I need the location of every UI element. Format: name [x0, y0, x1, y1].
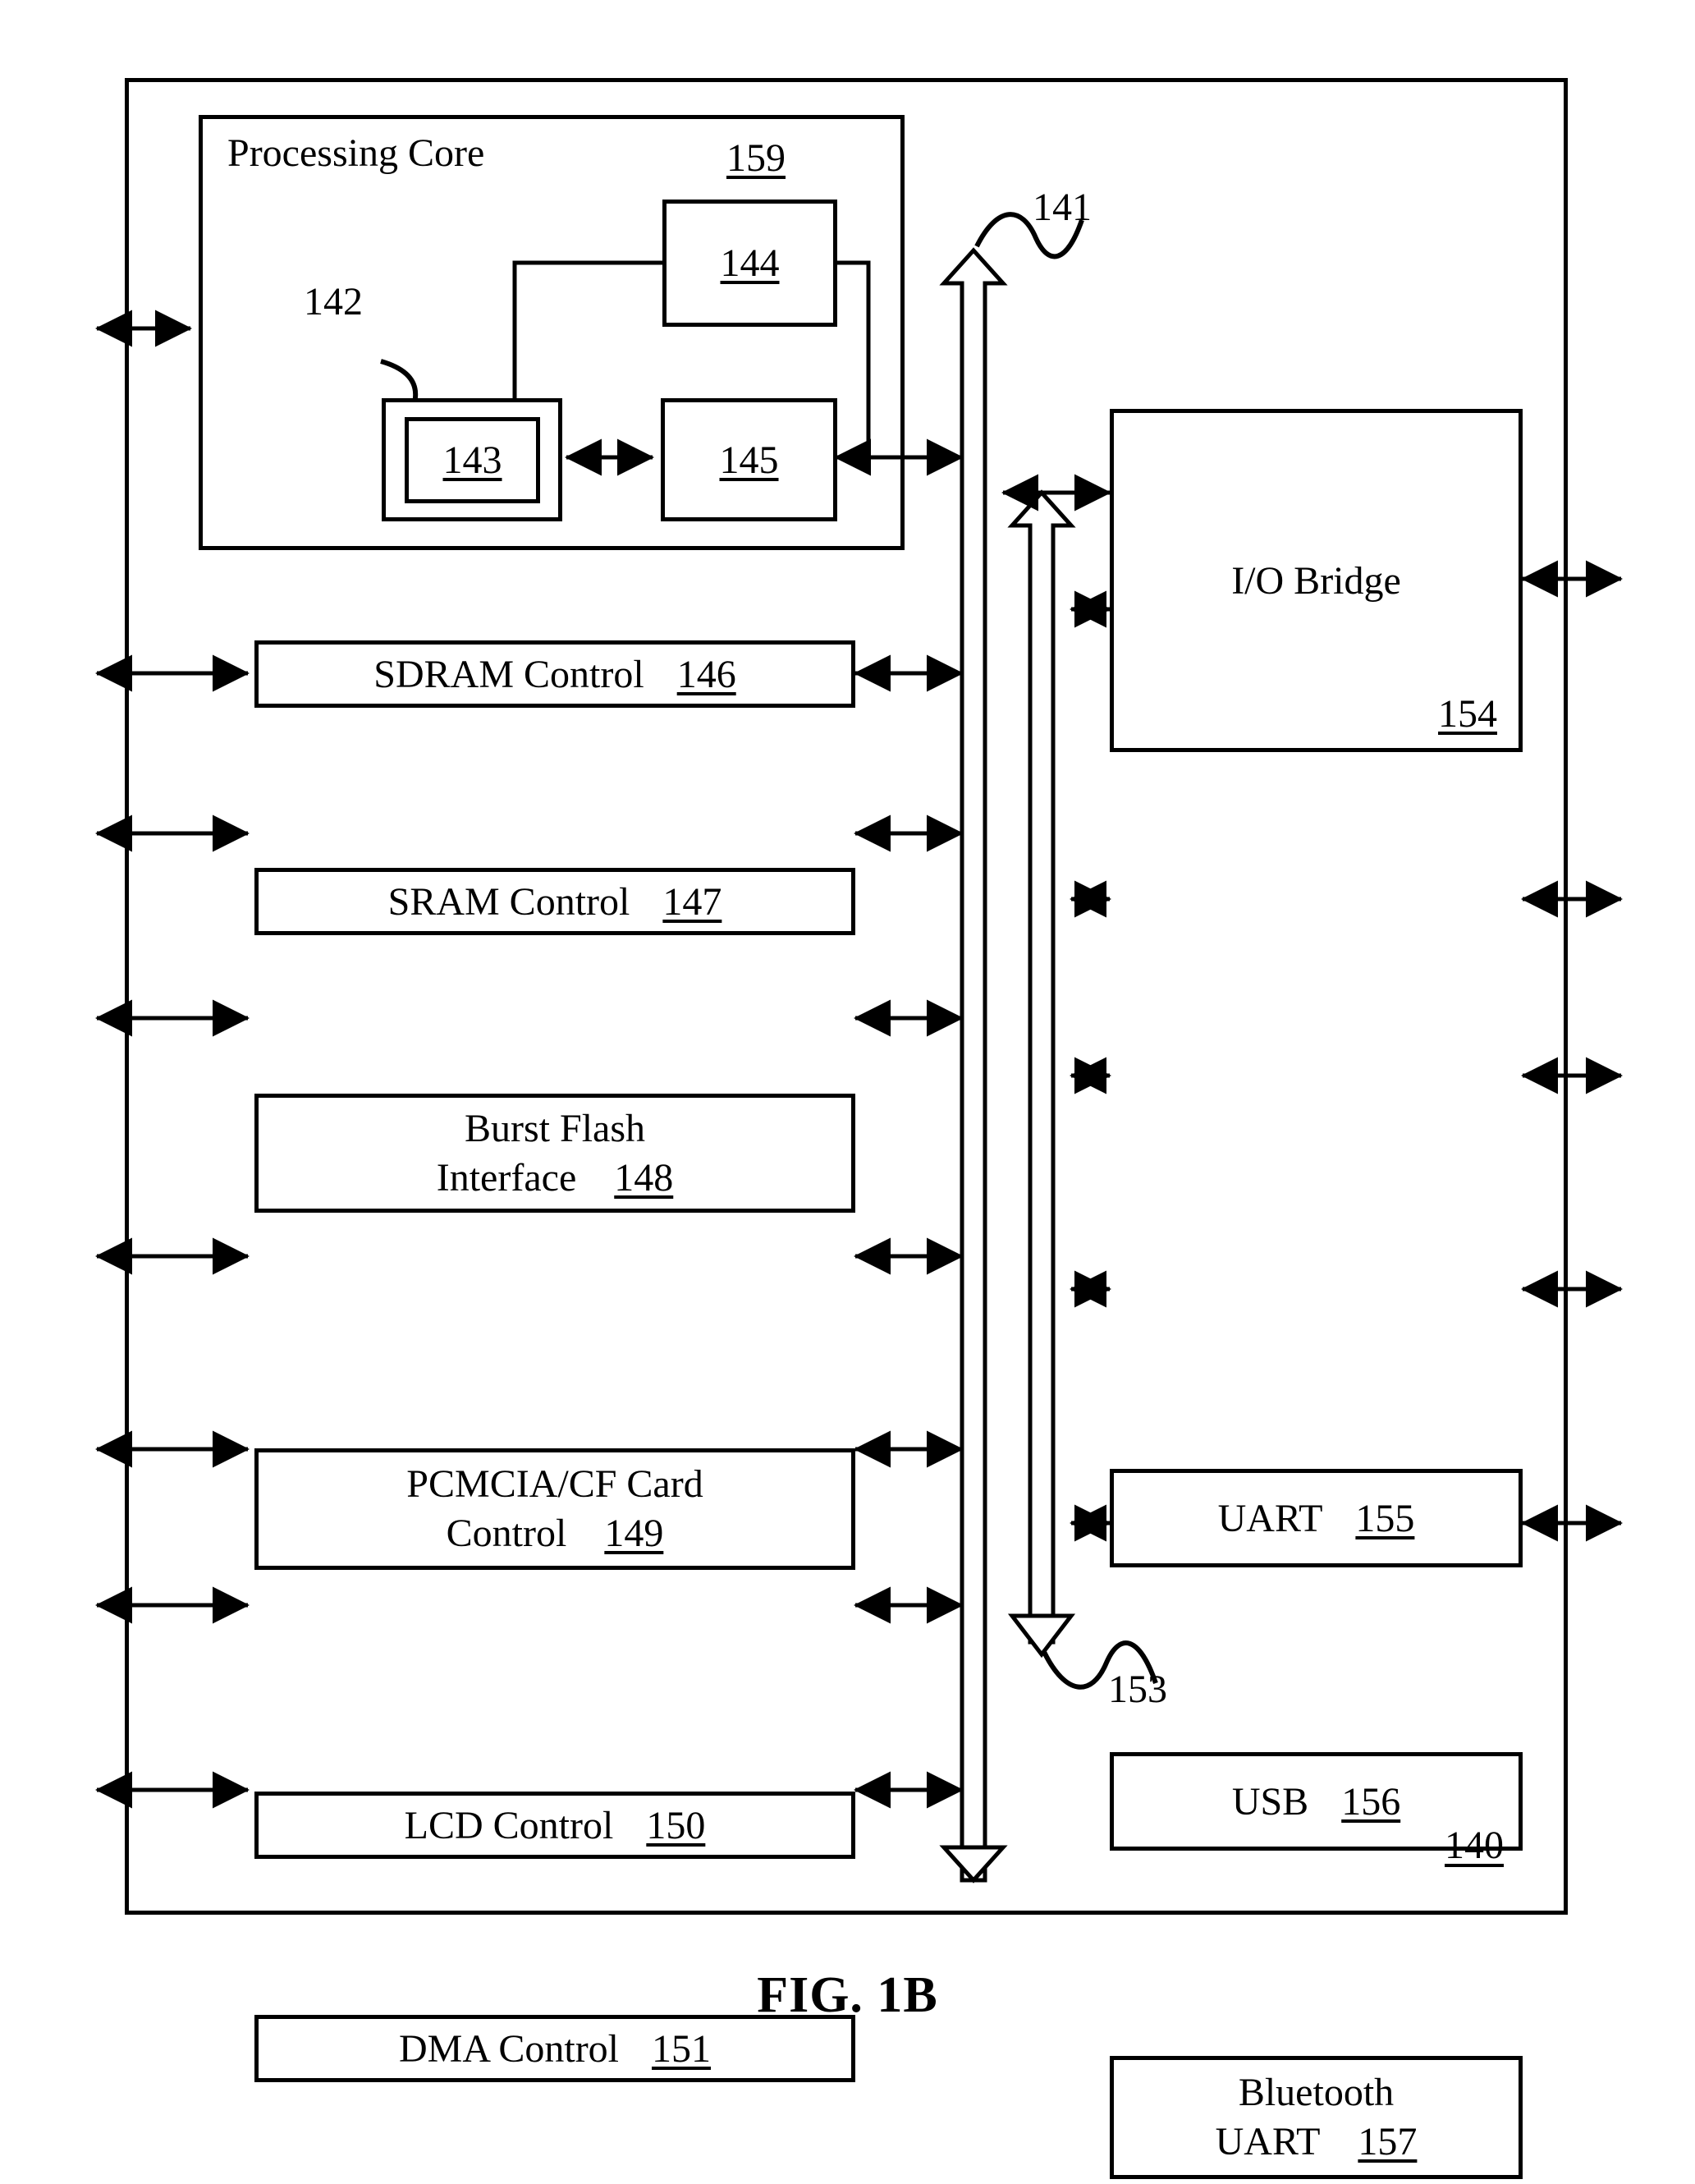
- lcd-control-label: LCD Control: [404, 1803, 614, 1847]
- burst-flash-interface-label-line2: Interface: [436, 1155, 577, 1200]
- sram-control-ref: 147: [662, 879, 722, 924]
- bluetooth-uart-label-line1: Bluetooth: [1238, 2071, 1395, 2114]
- processing-core-ref: 159: [726, 136, 786, 180]
- io-bridge-ref: 154: [1438, 692, 1497, 736]
- bluetooth-uart-ref: 157: [1358, 2120, 1418, 2163]
- pcmcia-cf-card-control-label-line1: PCMCIA/CF Card: [406, 1462, 703, 1506]
- execution-unit-block-ref: 145: [719, 438, 779, 482]
- uart-ref: 155: [1355, 1496, 1415, 1540]
- sram-control-label: SRAM Control: [387, 879, 630, 924]
- usb-label: USB: [1231, 1779, 1309, 1824]
- lcd-control-ref: 150: [646, 1803, 706, 1847]
- burst-flash-interface-ref: 148: [614, 1155, 674, 1200]
- dma-control-ref: 151: [652, 2026, 712, 2071]
- io-bridge-label: I/O Bridge: [1231, 558, 1401, 603]
- execution-unit-block[interactable]: 145: [661, 398, 837, 521]
- burst-flash-interface-block[interactable]: Burst Flash Interface 148: [254, 1094, 855, 1213]
- sdram-control-block[interactable]: SDRAM Control 146: [254, 640, 855, 708]
- decoder-block[interactable]: 144: [662, 200, 837, 327]
- bluetooth-uart-label-line2: UART: [1215, 2120, 1321, 2163]
- bluetooth-uart-block[interactable]: Bluetooth UART 157: [1110, 2056, 1523, 2179]
- register-file-block[interactable]: 143: [405, 417, 540, 503]
- usb-ref: 156: [1341, 1779, 1401, 1824]
- pcmcia-cf-card-control-label-line2: Control: [446, 1512, 567, 1555]
- sdram-control-label: SDRAM Control: [373, 652, 644, 696]
- pcmcia-cf-card-control-ref: 149: [604, 1512, 664, 1555]
- decoder-block-ref: 144: [720, 241, 780, 285]
- callout-ref-142: 142: [304, 280, 363, 323]
- burst-flash-interface-label-line1: Burst Flash: [464, 1106, 646, 1150]
- dma-control-block[interactable]: DMA Control 151: [254, 2015, 855, 2082]
- uart-block[interactable]: UART 155: [1110, 1469, 1523, 1567]
- processing-core-title: Processing Core: [227, 131, 485, 175]
- lcd-control-block[interactable]: LCD Control 150: [254, 1792, 855, 1859]
- system-ref-140: 140: [1445, 1824, 1504, 1867]
- sram-control-block[interactable]: SRAM Control 147: [254, 868, 855, 935]
- sdram-control-ref: 146: [676, 652, 736, 696]
- register-file-block-ref: 143: [442, 438, 502, 482]
- callout-ref-153: 153: [1108, 1668, 1167, 1711]
- io-bridge-block[interactable]: I/O Bridge 154: [1110, 409, 1523, 752]
- pcmcia-cf-card-control-block[interactable]: PCMCIA/CF Card Control 149: [254, 1448, 855, 1570]
- figure-caption: FIG. 1B: [757, 1967, 938, 2023]
- dma-control-label: DMA Control: [398, 2026, 620, 2071]
- uart-label: UART: [1217, 1496, 1323, 1540]
- callout-ref-141: 141: [1033, 186, 1092, 229]
- figure-page: Processing Core 159 144 143 145 142 141 …: [0, 0, 1695, 2184]
